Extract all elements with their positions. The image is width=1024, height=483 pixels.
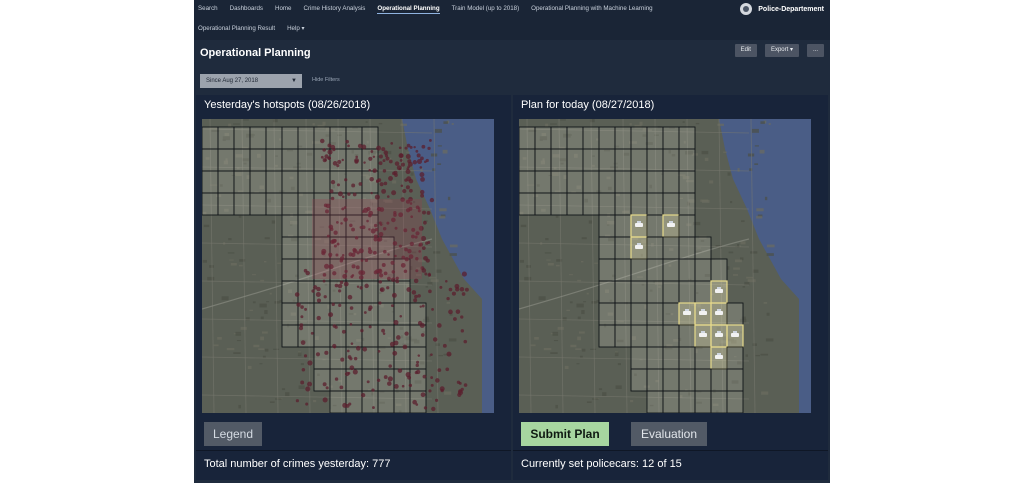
hotspots-map-svg [202,119,494,413]
submit-plan-button[interactable]: Submit Plan [521,422,609,446]
nav-operational-planning-result[interactable]: Operational Planning Result [198,25,275,32]
edit-button[interactable]: Edit [734,44,757,57]
hide-filters-link[interactable]: Hide Filters [312,77,340,83]
plan-map-svg [519,119,811,413]
plan-map[interactable] [519,119,811,413]
nav-search[interactable]: Search [198,5,218,14]
toolbar: Edit Export ▾ ... [734,44,824,57]
nav-operational-planning[interactable]: Operational Planning [377,5,440,14]
evaluation-button[interactable]: Evaluation [631,422,707,446]
hotspots-button-row: Legend [204,422,262,446]
plan-panel: Plan for today (08/27/2018) Submit Plan … [513,95,828,480]
plan-title: Plan for today (08/27/2018) [521,99,655,111]
policecars-count-text: Currently set policecars: 12 of 15 [521,458,682,470]
hotspots-title: Yesterday's hotspots (08/26/2018) [204,99,371,111]
nav-row-secondary: Operational Planning Result Help ▾ [198,25,305,32]
hotspots-divider [196,450,511,451]
nav-crime-history-analysis[interactable]: Crime History Analysis [304,5,366,14]
total-crimes-text: Total number of crimes yesterday: 777 [204,458,391,470]
app-window: Search Dashboards Home Crime History Ana… [194,0,830,483]
police-badge-icon [740,3,753,15]
nav-train-model[interactable]: Train Model (up to 2018) [452,5,520,14]
brand-name: Police-Departement [758,5,824,13]
nav-row-primary: Search Dashboards Home Crime History Ana… [198,5,653,14]
export-button[interactable]: Export ▾ [764,44,799,57]
date-filter-select[interactable]: Since Aug 27, 2018 ▼ [200,74,302,88]
hotspots-panel: Yesterday's hotspots (08/26/2018) Legend… [196,95,511,480]
plan-button-row: Submit Plan Evaluation [521,422,707,446]
nav-help-menu[interactable]: Help ▾ [287,25,305,32]
hotspots-map[interactable] [202,119,494,413]
nav-dashboards[interactable]: Dashboards [230,5,263,14]
page-title: Operational Planning [200,47,311,59]
top-navigation: Search Dashboards Home Crime History Ana… [194,0,830,40]
legend-button[interactable]: Legend [204,422,262,446]
nav-home[interactable]: Home [275,5,292,14]
more-button[interactable]: ... [806,44,824,57]
date-filter-value: Since Aug 27, 2018 [206,78,259,84]
chevron-down-icon: ▼ [291,78,297,84]
brand: Police-Departement [740,3,824,15]
nav-operational-planning-ml[interactable]: Operational Planning with Machine Learni… [531,5,652,14]
plan-divider [513,450,828,451]
